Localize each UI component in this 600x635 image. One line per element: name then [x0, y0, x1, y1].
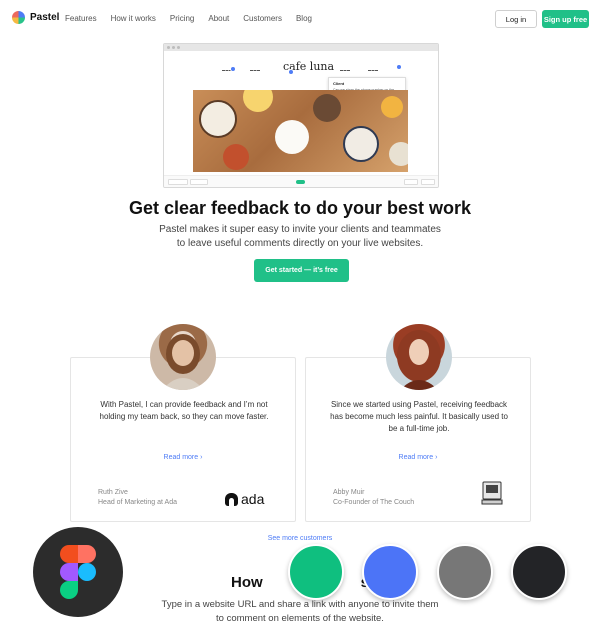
toolbar-control — [404, 179, 418, 185]
author-role: Head of Marketing at Ada — [98, 499, 177, 506]
top-navigation: Pastel Features How it works Pricing Abo… — [0, 0, 600, 38]
plate-shape — [199, 100, 237, 138]
toolbar-control — [421, 179, 435, 185]
color-swatch-blue[interactable] — [362, 544, 418, 600]
color-swatch-black[interactable] — [511, 544, 567, 600]
nav-link-pricing[interactable]: Pricing — [170, 14, 194, 23]
food-photo — [193, 90, 408, 172]
window-dot — [172, 46, 175, 49]
avatar — [150, 324, 216, 390]
comment-pin-icon — [230, 66, 236, 72]
read-more-link[interactable]: Read more › — [71, 454, 295, 461]
ada-logo: ada — [225, 491, 264, 507]
mock-comment-author: Client — [333, 81, 345, 86]
hero-subtitle-line: to leave useful comments directly on you… — [176, 238, 424, 249]
testimonial-quote: With Pastel, I can provide feedback and … — [99, 400, 269, 421]
author-name: Ruth Zive — [98, 489, 128, 496]
ada-logo-icon — [225, 492, 238, 506]
plate-shape — [381, 96, 403, 118]
plate-shape — [223, 144, 249, 170]
testimonial-author: Ruth Zive Head of Marketing at Ada — [98, 488, 177, 508]
hero-subtitle: Pastel makes it super easy to invite you… — [150, 223, 450, 251]
toolbar-control — [168, 179, 188, 185]
product-screenshot: ▬▬▬ ▬▬▬ ▬▬▬ ▬▬▬ cafe luna Client Can we … — [163, 43, 439, 188]
nav-link-blog[interactable]: Blog — [296, 14, 312, 23]
hero-subtitle-line: Pastel makes it super easy to invite you… — [159, 224, 441, 235]
mock-nav-item: ▬▬▬ — [340, 68, 351, 72]
how-it-works-subtitle: Type in a website URL and share a link w… — [150, 598, 450, 626]
get-started-button[interactable]: Get started — it’s free — [254, 259, 349, 282]
nav-link-how-it-works[interactable]: How it works — [111, 14, 156, 23]
read-more-link[interactable]: Read more › — [306, 454, 530, 461]
avatar — [386, 324, 452, 390]
nav-links: Features How it works Pricing About Cust… — [65, 14, 312, 23]
mock-nav-item: ▬▬▬ — [250, 68, 261, 72]
testimonial-author: Abby Muir Co-Founder of The Couch — [333, 488, 414, 508]
pastel-logo[interactable]: Pastel — [12, 11, 59, 24]
pastel-logo-icon — [12, 11, 25, 24]
comment-pin-icon — [288, 69, 294, 75]
how-subtitle-line: Type in a website URL and share a link w… — [161, 599, 439, 610]
figma-badge[interactable] — [33, 527, 123, 617]
read-more-label: Read more — [398, 454, 434, 461]
signup-button[interactable]: Sign up free — [542, 10, 589, 28]
author-name: Abby Muir — [333, 489, 365, 496]
mock-nav-item: ▬▬▬ — [368, 68, 379, 72]
portrait-illustration — [162, 334, 204, 390]
chevron-right-icon: › — [200, 454, 203, 461]
plate-shape — [313, 94, 341, 122]
ada-logo-text: ada — [241, 491, 265, 507]
chevron-right-icon: › — [435, 454, 438, 461]
testimonial-quote: Since we started using Pastel, receiving… — [330, 400, 508, 433]
plate-shape — [343, 126, 379, 162]
comment-pin-icon — [396, 64, 402, 70]
read-more-label: Read more — [163, 454, 199, 461]
how-subtitle-line: to comment on elements of the website. — [216, 613, 384, 624]
toggle-icon — [296, 180, 305, 184]
portrait-illustration — [397, 330, 441, 390]
brand-name: Pastel — [30, 12, 60, 23]
how-title-left: How — [230, 574, 263, 591]
mock-feedback-toolbar — [164, 175, 438, 187]
plate-shape — [389, 142, 408, 166]
color-swatch-gray[interactable] — [437, 544, 493, 600]
author-role: Co-Founder of The Couch — [333, 499, 415, 506]
nav-link-features[interactable]: Features — [65, 14, 97, 23]
browser-bar — [164, 44, 438, 51]
nav-link-customers[interactable]: Customers — [243, 14, 282, 23]
color-swatch-green[interactable] — [288, 544, 344, 600]
figma-icon — [60, 545, 96, 599]
window-dot — [167, 46, 170, 49]
toolbar-control — [190, 179, 208, 185]
window-dot — [177, 46, 180, 49]
login-button[interactable]: Log in — [495, 10, 537, 28]
plate-shape — [243, 90, 273, 112]
nav-link-about[interactable]: About — [208, 14, 229, 23]
plate-shape — [275, 120, 309, 154]
hero-title: Get clear feedback to do your best work — [128, 198, 472, 218]
computer-icon — [481, 481, 503, 505]
